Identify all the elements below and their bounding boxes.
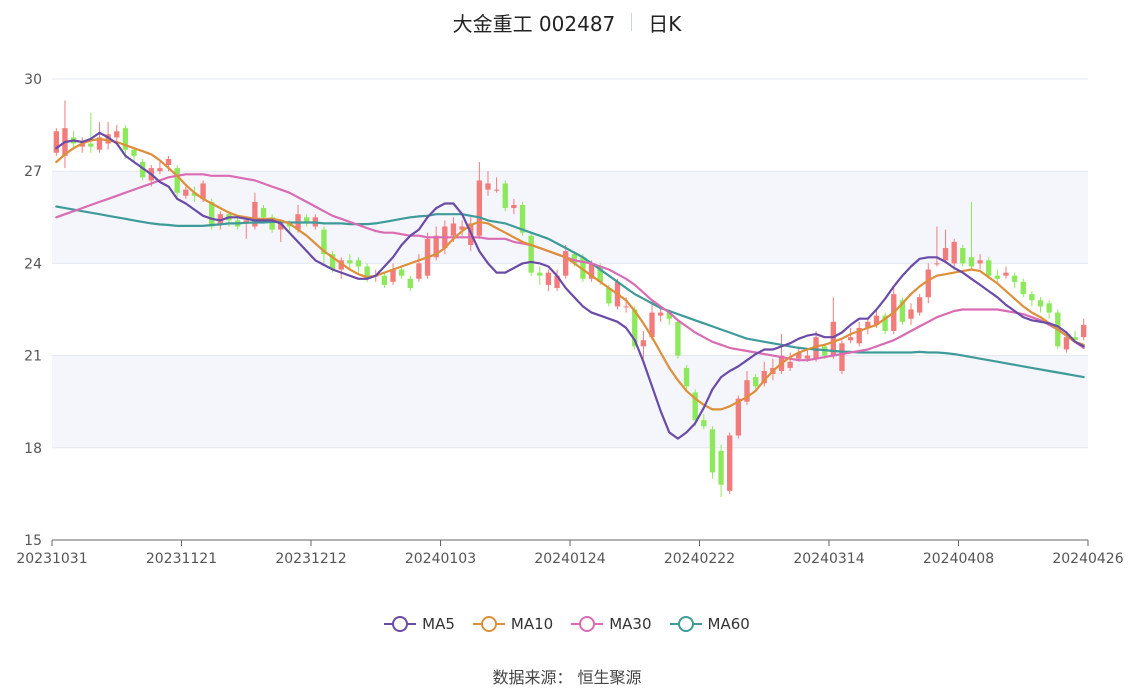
candle-down (1037, 300, 1044, 307)
candle-down (381, 275, 388, 285)
legend-label: MA30 (609, 615, 652, 633)
candle-down (131, 149, 137, 156)
candle-up (640, 340, 647, 347)
candle-down (675, 321, 681, 356)
legend-item-ma60[interactable]: MA60 (669, 615, 750, 633)
candle-down (88, 143, 94, 147)
candle-up (545, 272, 552, 285)
candle-down (986, 260, 992, 276)
candle-up (916, 297, 923, 313)
x-tick-label: 20240103 (405, 551, 476, 567)
candle-up (908, 309, 914, 319)
candle-down (502, 183, 508, 209)
candle-up (657, 312, 664, 316)
candle-down (709, 429, 716, 473)
candle-up (157, 168, 163, 172)
y-tick-label: 27 (24, 164, 42, 180)
x-tick-label: 20240408 (923, 551, 994, 567)
legend-swatch-icon (571, 616, 604, 632)
legend-item-ma10[interactable]: MA10 (472, 615, 554, 633)
candle-up (183, 189, 189, 196)
candle-up (787, 361, 793, 368)
candle-up (390, 269, 396, 282)
candle-up (450, 223, 457, 236)
candle-down (752, 377, 759, 387)
candle-down (718, 450, 724, 485)
candle-down (960, 248, 966, 264)
legend-label: MA10 (510, 615, 554, 633)
y-tick-label: 21 (24, 349, 42, 365)
legend-item-ma30[interactable]: MA30 (571, 615, 652, 633)
candle-up (114, 131, 120, 138)
x-tick-label: 20240314 (793, 551, 864, 567)
y-tick-label: 15 (24, 533, 42, 549)
candle-down (174, 168, 180, 193)
data-source-note: 数据来源： 恒生聚源 (492, 668, 642, 687)
y-tick-label: 18 (24, 441, 42, 457)
x-tick-label: 20231212 (275, 551, 346, 567)
candle-down (968, 257, 975, 267)
legend-swatch-icon (669, 616, 702, 632)
y-tick-label: 30 (24, 72, 42, 88)
candle-up (165, 158, 172, 166)
candle-up (416, 263, 422, 279)
candle-up (623, 306, 629, 308)
candle-down (355, 260, 362, 267)
candle-down (260, 208, 267, 218)
candle-down (537, 272, 543, 276)
x-tick-label: 20231031 (16, 551, 87, 567)
candle-down (701, 420, 707, 427)
candle-down (1011, 275, 1018, 282)
candle-up (925, 269, 931, 298)
y-tick-label: 24 (24, 256, 42, 272)
x-tick-label: 20231121 (146, 551, 217, 567)
candle-up (476, 180, 483, 236)
candlestick-chart: 15 18 21 24 27 30 20231031 20231121 20231212 2024… (16, 72, 1123, 567)
legend-item-ma5[interactable]: MA5 (384, 615, 455, 633)
candle-down (994, 275, 1001, 279)
candle-up (511, 205, 517, 209)
x-tick-label: 20240124 (534, 551, 605, 567)
legend-swatch-icon (472, 616, 505, 632)
candle-up (804, 355, 811, 359)
candle-up (1003, 272, 1009, 276)
candle-down (1046, 303, 1052, 313)
candle-up (485, 183, 491, 190)
candle-up (53, 131, 59, 153)
candle-up (934, 263, 940, 265)
candle-down (528, 235, 534, 273)
candle-down (407, 278, 413, 288)
candle-up (977, 260, 983, 264)
legend-swatch-icon (384, 616, 417, 632)
chart-legend[interactable]: MA5 MA10 MA30 MA60 (0, 612, 1134, 636)
candle-up (727, 435, 733, 491)
candle-down (398, 269, 405, 276)
legend-label: MA5 (422, 615, 455, 633)
grid-band (52, 355, 1088, 448)
candle-up (1081, 324, 1087, 338)
candle-down (1029, 294, 1035, 301)
candle-down (347, 260, 353, 264)
candle-up (951, 241, 957, 264)
candle-up (1063, 337, 1070, 350)
legend-label: MA60 (707, 615, 750, 633)
x-tick-label: 20240222 (664, 551, 735, 567)
x-tick-label: 20240426 (1052, 551, 1123, 567)
candle-down (1020, 281, 1026, 295)
candle-up (942, 248, 949, 261)
candle-up (839, 343, 845, 371)
candle-down (683, 367, 690, 387)
candle-up (847, 337, 854, 341)
candle-up (493, 189, 500, 191)
candle-up (563, 251, 569, 276)
candle-up (735, 398, 742, 436)
